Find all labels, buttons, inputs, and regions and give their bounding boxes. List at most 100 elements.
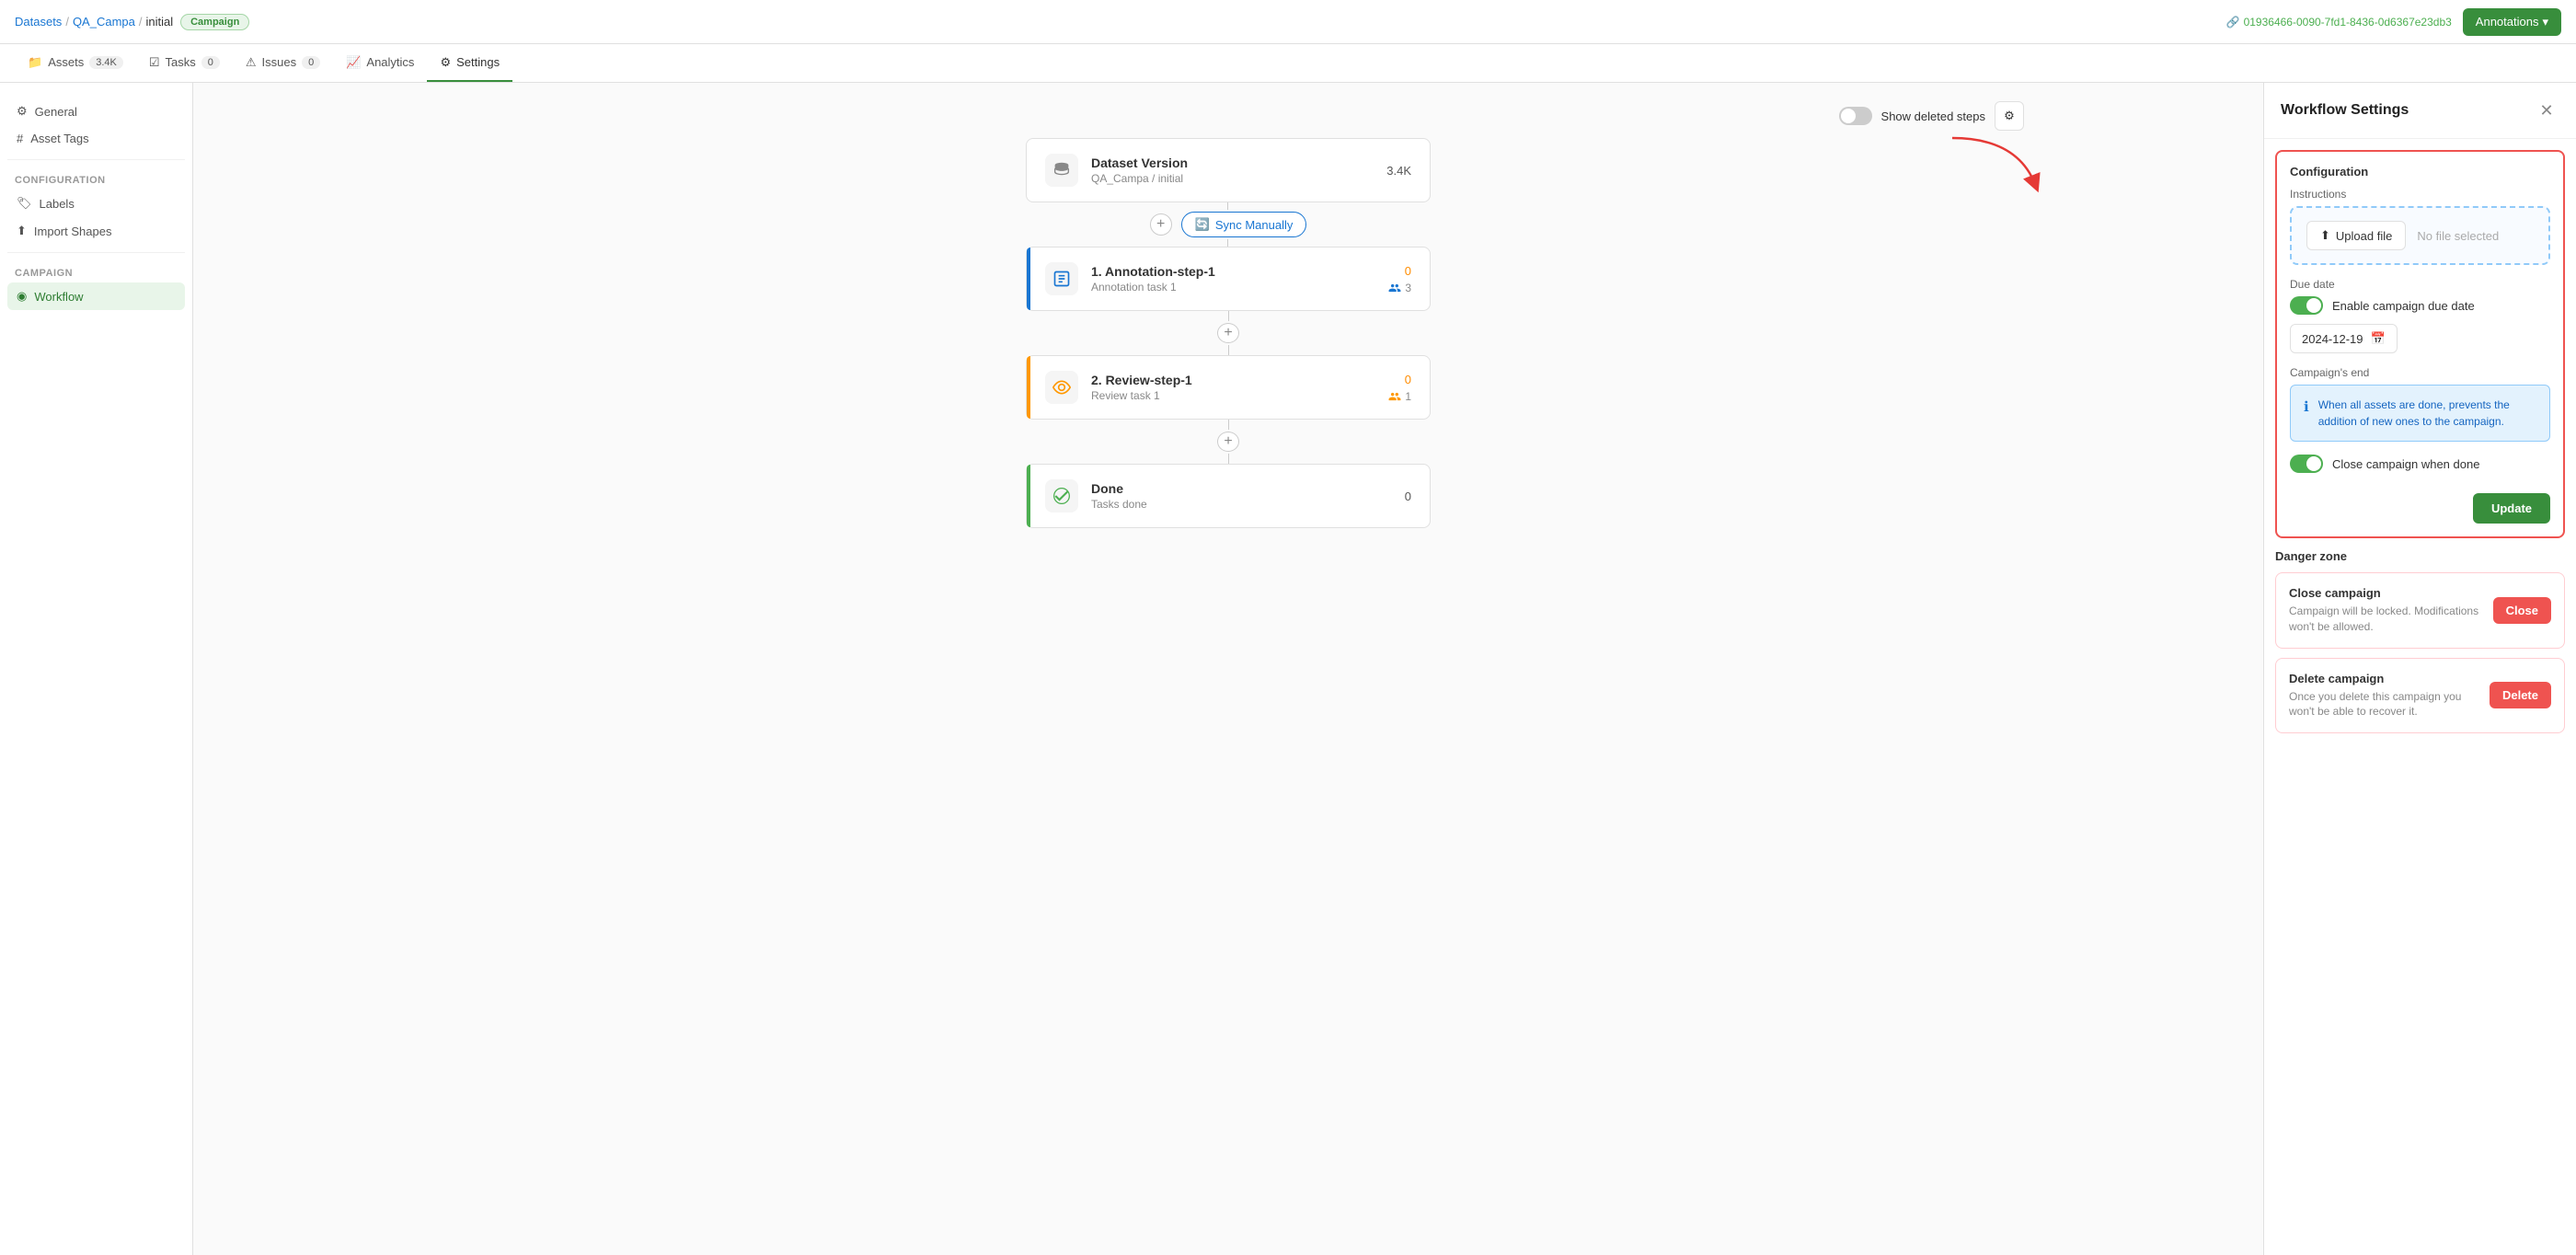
upload-area: ⬆ Upload file No file selected [2290,206,2550,265]
analytics-icon: 📈 [346,55,361,70]
connector-1: + 🔄 Sync Manually [1150,202,1307,247]
tab-analytics-label: Analytics [366,55,414,69]
tab-settings-label: Settings [456,55,500,69]
sidebar-item-labels[interactable]: 🏷 Labels [7,190,185,217]
issues-icon: ⚠ [246,55,257,70]
add-step-btn-2[interactable]: + [1217,323,1239,343]
tab-assets[interactable]: 📁 Assets 3.4K [15,44,136,82]
assets-icon: 📁 [28,55,42,70]
tab-analytics[interactable]: 📈 Analytics [333,44,427,82]
add-step-btn-1[interactable]: + [1150,213,1172,236]
hash-icon: # [17,132,23,145]
toggle-on-slider-2 [2290,455,2323,473]
delete-campaign-button[interactable]: Delete [2490,682,2551,708]
review-step-info: 2. Review-step-1 Review task 1 [1091,373,1375,402]
close-campaign-desc: Campaign will be locked. Modifications w… [2289,604,2482,635]
sidebar-item-workflow[interactable]: ◉ Workflow [7,282,185,310]
danger-zone-title: Danger zone [2275,549,2565,563]
dataset-version-sub: QA_Campa / initial [1091,172,1374,185]
done-sub: Tasks done [1091,498,1392,511]
tab-issues-label: Issues [262,55,297,69]
sidebar-import-shapes-label: Import Shapes [34,225,112,238]
close-campaign-title: Close campaign [2289,586,2482,600]
done-count: 0 [1405,489,1411,503]
dataset-icon [1045,154,1078,187]
dataset-version-title: Dataset Version [1091,155,1374,170]
calendar-icon: 📅 [2371,331,2386,346]
link-icon: 🔗 [2226,16,2240,29]
connector-line-top [1227,202,1228,210]
annotations-button[interactable]: Annotations ▾ [2463,8,2561,36]
review-count-top: 0 [1405,373,1411,386]
sync-manually-button[interactable]: 🔄 Sync Manually [1181,212,1307,237]
sidebar-config-label: Configuration [7,167,185,190]
enable-due-date-label: Enable campaign due date [2332,299,2475,313]
sidebar-item-general[interactable]: ⚙ General [7,98,185,125]
annotation-step-title: 1. Annotation-step-1 [1091,264,1375,279]
delete-campaign-title: Delete campaign [2289,672,2478,685]
close-when-done-toggle[interactable] [2290,455,2323,473]
tab-tasks[interactable]: ☑ Tasks 0 [136,44,233,82]
review-users: 1 [1388,390,1411,403]
workflow-container: Dataset Version QA_Campa / initial 3.4K … [998,138,1458,528]
tab-issues[interactable]: ⚠ Issues 0 [233,44,333,82]
sidebar-item-import-shapes[interactable]: ⬆ Import Shapes [7,217,185,245]
sidebar-divider-2 [7,252,185,253]
enable-due-date-toggle[interactable] [2290,296,2323,315]
connector-line-2-top [1228,311,1229,321]
sidebar-item-asset-tags[interactable]: # Asset Tags [7,125,185,152]
enable-due-date-row: Enable campaign due date [2290,296,2550,315]
update-button[interactable]: Update [2473,493,2550,524]
tab-tasks-label: Tasks [166,55,196,69]
config-section: Configuration Instructions ⬆ Upload file… [2275,150,2565,538]
annotations-label: Annotations [2476,15,2539,29]
panel-close-button[interactable]: ✕ [2534,98,2559,123]
annotation-counts: 0 3 [1388,264,1411,294]
connector-line-bot [1227,239,1228,247]
instructions-label: Instructions [2290,188,2550,201]
tasks-icon: ☑ [149,55,160,70]
dataset-version-info: Dataset Version QA_Campa / initial [1091,155,1374,185]
annotation-users: 3 [1388,282,1411,294]
panel-header: Workflow Settings ✕ [2264,83,2576,139]
node-border-orange [1027,356,1030,419]
upload-file-label: Upload file [2336,229,2392,243]
tab-issues-count: 0 [302,56,320,69]
workflow-icon: ◉ [17,289,27,304]
sidebar-labels-label: Labels [40,197,75,211]
sidebar: ⚙ General # Asset Tags Configuration 🏷 L… [0,83,193,1255]
toggle-on-slider [2290,296,2323,315]
deleted-steps-bar: Show deleted steps ⚙ [1839,101,2024,131]
breadcrumb-initial: initial [145,15,173,29]
workflow-settings-icon-button[interactable]: ⚙ [1995,101,2024,131]
date-value: 2024-12-19 [2302,332,2363,346]
uuid-link[interactable]: 🔗 01936466-0090-7fd1-8436-0d6367e23db3 [2226,16,2452,29]
upload-file-button[interactable]: ⬆ Upload file [2306,221,2406,250]
node-annotation-step-1: 1. Annotation-step-1 Annotation task 1 0… [1026,247,1431,311]
annotation-users-count: 3 [1405,282,1411,294]
connector-3: + [1217,420,1239,464]
sidebar-divider-1 [7,159,185,160]
close-when-done-label: Close campaign when done [2332,457,2479,471]
review-step-sub: Review task 1 [1091,389,1375,402]
close-campaign-info: Close campaign Campaign will be locked. … [2289,586,2482,635]
done-info: Done Tasks done [1091,481,1392,511]
no-file-text: No file selected [2417,229,2499,243]
tab-assets-count: 3.4K [89,56,123,69]
add-step-btn-3[interactable]: + [1217,432,1239,452]
tab-settings[interactable]: ⚙ Settings [427,44,512,82]
panel-title: Workflow Settings [2281,102,2409,119]
tab-tasks-count: 0 [201,56,220,69]
date-input[interactable]: 2024-12-19 📅 [2290,324,2398,353]
dataset-count: 3.4K [1386,164,1411,178]
sidebar-campaign-label: Campaign [7,260,185,282]
sidebar-general-label: General [35,105,77,119]
annotation-icon [1045,262,1078,295]
upload-icon: ⬆ [17,224,27,238]
close-campaign-button[interactable]: Close [2493,597,2551,624]
breadcrumb-qa-campa[interactable]: QA_Campa [73,15,135,29]
breadcrumb-datasets[interactable]: Datasets [15,15,62,29]
connector-line-3-bot [1228,454,1229,464]
show-deleted-toggle[interactable] [1839,107,1872,125]
gear-settings-icon: ⚙ [2004,109,2015,123]
